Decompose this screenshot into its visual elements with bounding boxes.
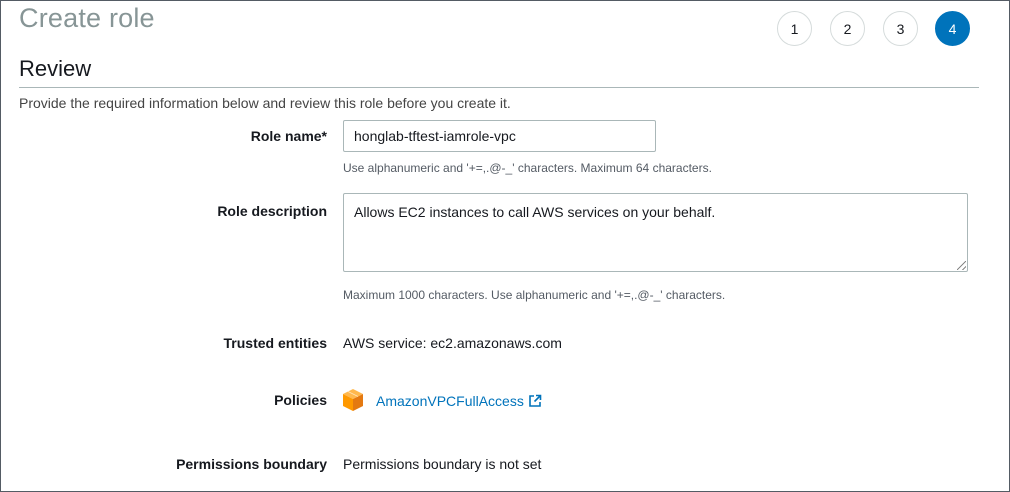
trusted-entities-value: AWS service: ec2.amazonaws.com [343,335,562,351]
page-title: Create role [19,3,155,33]
step-3-indicator[interactable]: 3 [883,11,918,46]
permissions-boundary-value: Permissions boundary is not set [343,456,542,472]
step-4-indicator: 4 [935,11,970,46]
role-name-input[interactable]: honglab-tftest-iamrole-vpc [343,120,656,152]
role-name-value: honglab-tftest-iamrole-vpc [354,128,516,144]
section-divider [19,87,979,88]
role-description-textarea[interactable]: Allows EC2 instances to call AWS service… [343,193,968,272]
aws-policy-cube-icon [343,389,363,411]
role-name-hint: Use alphanumeric and '+=,.@-_' character… [343,161,712,175]
role-description-label: Role description [217,203,327,219]
external-link-icon [529,394,542,407]
role-name-label: Role name* [250,128,327,144]
step-2-indicator[interactable]: 2 [830,11,865,46]
role-description-value: Allows EC2 instances to call AWS service… [354,204,716,220]
role-description-hint: Maximum 1000 characters. Use alphanumeri… [343,288,726,302]
permissions-boundary-label: Permissions boundary [176,456,327,472]
trusted-entities-label: Trusted entities [223,335,327,351]
step-1-indicator[interactable]: 1 [777,11,812,46]
resize-grip-icon[interactable] [957,261,966,270]
review-intro-text: Provide the required information below a… [19,95,511,111]
review-heading: Review [19,56,92,81]
policy-name: AmazonVPCFullAccess [376,393,524,409]
policies-label: Policies [274,392,327,408]
policy-link-amazonvpcfullaccess[interactable]: AmazonVPCFullAccess [376,393,542,409]
